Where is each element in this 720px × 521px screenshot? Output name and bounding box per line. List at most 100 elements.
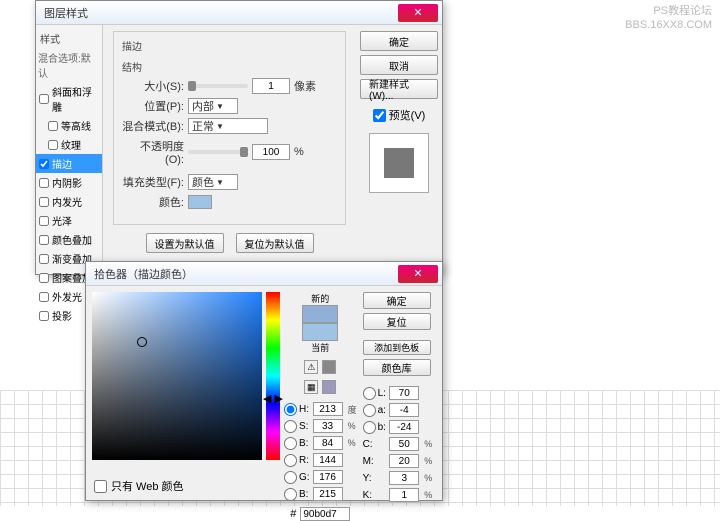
- val-label-S[interactable]: S:: [284, 420, 310, 433]
- sidebar-check[interactable]: [39, 254, 49, 264]
- style-sidebar: 样式 混合选项:默认 斜面和浮雕等高线纹理描边内阴影内发光光泽颜色叠加渐变叠加图…: [36, 25, 103, 274]
- hue-slider[interactable]: ◀▶: [266, 292, 280, 460]
- picker-cancel-button[interactable]: 复位: [363, 313, 431, 330]
- opacity-slider[interactable]: [188, 150, 248, 154]
- set-default-button[interactable]: 设置为默认值: [146, 233, 224, 253]
- val-label-a[interactable]: a:: [363, 404, 387, 417]
- blend-dropdown[interactable]: 正常▼: [188, 118, 268, 134]
- val-input-Y[interactable]: [389, 471, 419, 485]
- close-icon[interactable]: ✕: [398, 265, 438, 283]
- filltype-dropdown[interactable]: 颜色▼: [188, 174, 238, 190]
- val-input-M[interactable]: [389, 454, 419, 468]
- sidebar-check[interactable]: [39, 311, 49, 321]
- websafe-swatch[interactable]: [322, 380, 336, 394]
- sidebar-item-label: 纹理: [61, 137, 81, 152]
- sidebar-check[interactable]: [39, 178, 49, 188]
- dlg2-right: 确定 复位 添加到色板 颜色库 L:a:b:C:%M:%Y:%K:%: [363, 292, 433, 494]
- val-input-C[interactable]: [389, 437, 419, 451]
- val-label-M[interactable]: M:: [363, 456, 387, 467]
- sidebar-item-4[interactable]: 内阴影: [36, 173, 102, 192]
- sidebar-check[interactable]: [39, 292, 49, 302]
- mode-radio[interactable]: [284, 437, 297, 450]
- val-input-L[interactable]: [389, 386, 419, 400]
- cancel-button[interactable]: 取消: [360, 55, 438, 75]
- color-swatch[interactable]: [188, 195, 212, 209]
- sidebar-item-7[interactable]: 颜色叠加: [36, 230, 102, 249]
- val-label-b[interactable]: b:: [363, 421, 387, 434]
- val-label-B[interactable]: B:: [284, 488, 310, 501]
- mode-radio[interactable]: [284, 471, 297, 484]
- val-input-K[interactable]: [389, 488, 419, 502]
- mode-radio[interactable]: [284, 403, 297, 416]
- sidebar-check[interactable]: [48, 140, 58, 150]
- mode-radio[interactable]: [363, 421, 376, 434]
- dlg1-right: 确定 取消 新建样式(W)... 预览(V): [356, 25, 442, 274]
- val-label-G[interactable]: G:: [284, 471, 310, 484]
- position-dropdown[interactable]: 内部▼: [188, 98, 238, 114]
- val-label-Y[interactable]: Y:: [363, 473, 387, 484]
- picker-ok-button[interactable]: 确定: [363, 292, 431, 309]
- current-color-swatch[interactable]: [302, 323, 338, 341]
- sidebar-item-label: 投影: [52, 308, 72, 323]
- gamut-warning-icon[interactable]: ⚠: [304, 360, 318, 374]
- color-ring[interactable]: [137, 337, 147, 347]
- val-input-R[interactable]: [313, 453, 343, 467]
- sidebar-header: 样式: [36, 29, 102, 48]
- val-label-R[interactable]: R:: [284, 454, 310, 467]
- hex-input[interactable]: [300, 507, 350, 521]
- preview-checkbox[interactable]: [373, 109, 386, 122]
- val-input-b[interactable]: [389, 420, 419, 434]
- dlg1-titlebar[interactable]: 图层样式 ✕: [36, 1, 442, 25]
- sidebar-check[interactable]: [48, 121, 58, 131]
- size-input[interactable]: [252, 78, 290, 94]
- mode-radio[interactable]: [363, 404, 376, 417]
- val-label-C[interactable]: C:: [363, 439, 387, 450]
- preview-checkbox-row[interactable]: 预览(V): [373, 107, 426, 123]
- sidebar-check[interactable]: [39, 216, 49, 226]
- val-input-H[interactable]: [313, 402, 343, 416]
- sidebar-item-3[interactable]: 描边: [36, 154, 102, 173]
- current-label: 当前: [302, 341, 338, 354]
- dlg1-title: 图层样式: [40, 5, 398, 21]
- val-input-S[interactable]: [313, 419, 343, 433]
- sidebar-item-2[interactable]: 纹理: [36, 135, 102, 154]
- opacity-input[interactable]: [252, 144, 290, 160]
- mode-radio[interactable]: [284, 420, 297, 433]
- size-slider[interactable]: [188, 84, 248, 88]
- new-style-button[interactable]: 新建样式(W)...: [360, 79, 438, 99]
- val-input-B[interactable]: [313, 487, 343, 501]
- val-input-a[interactable]: [389, 403, 419, 417]
- sidebar-item-6[interactable]: 光泽: [36, 211, 102, 230]
- val-input-G[interactable]: [313, 470, 343, 484]
- sidebar-check[interactable]: [39, 94, 49, 104]
- reset-default-button[interactable]: 复位为默认值: [236, 233, 314, 253]
- mode-radio[interactable]: [363, 387, 376, 400]
- sidebar-item-label: 斜面和浮雕: [52, 84, 99, 114]
- sidebar-item-label: 内阴影: [52, 175, 82, 190]
- sidebar-check[interactable]: [39, 197, 49, 207]
- val-label-L[interactable]: L:: [363, 387, 387, 400]
- sidebar-check[interactable]: [39, 235, 49, 245]
- color-libs-button[interactable]: 颜色库: [363, 359, 431, 376]
- web-only-checkbox[interactable]: [94, 480, 107, 493]
- val-label-K[interactable]: K:: [363, 490, 387, 501]
- mode-radio[interactable]: [284, 454, 297, 467]
- ok-button[interactable]: 确定: [360, 31, 438, 51]
- sidebar-check[interactable]: [39, 273, 49, 283]
- val-unit: %: [424, 473, 432, 483]
- websafe-icon[interactable]: ▦: [304, 380, 318, 394]
- color-field[interactable]: [92, 292, 262, 460]
- val-input-B[interactable]: [313, 436, 343, 450]
- add-swatch-button[interactable]: 添加到色板: [363, 340, 431, 355]
- new-color-swatch[interactable]: [302, 305, 338, 323]
- sidebar-check[interactable]: [39, 159, 49, 169]
- mode-radio[interactable]: [284, 488, 297, 501]
- dlg2-titlebar[interactable]: 拾色器（描边颜色） ✕: [86, 262, 442, 286]
- sidebar-item-0[interactable]: 斜面和浮雕: [36, 82, 102, 116]
- close-icon[interactable]: ✕: [398, 4, 438, 22]
- gamut-swatch[interactable]: [322, 360, 336, 374]
- sidebar-item-5[interactable]: 内发光: [36, 192, 102, 211]
- val-label-B[interactable]: B:: [284, 437, 310, 450]
- sidebar-item-1[interactable]: 等高线: [36, 116, 102, 135]
- val-label-H[interactable]: H:: [284, 403, 310, 416]
